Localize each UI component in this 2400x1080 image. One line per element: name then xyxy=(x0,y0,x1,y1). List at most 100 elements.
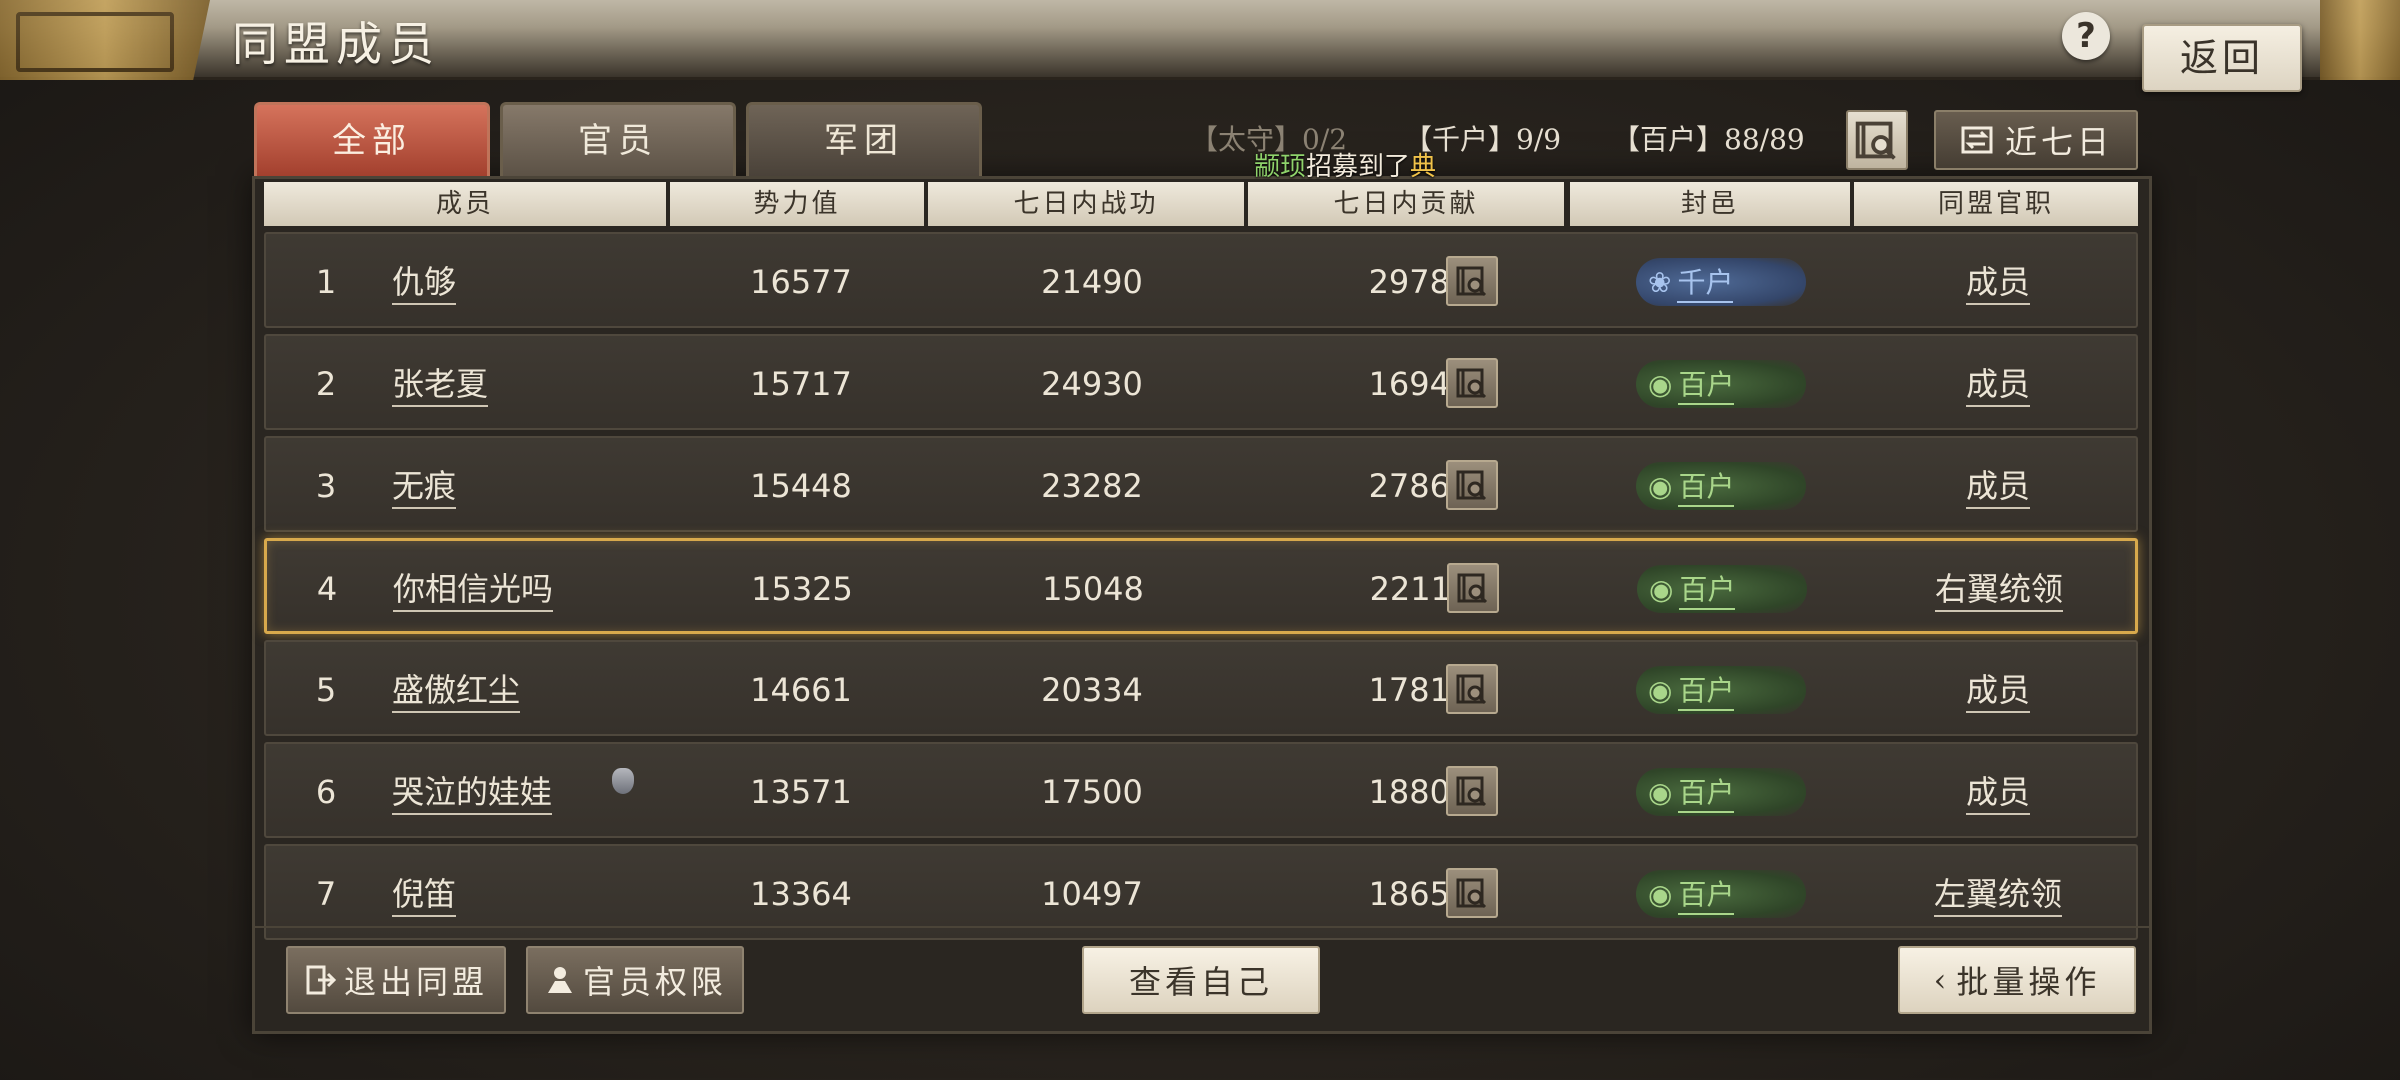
office-title-text[interactable]: 成员 xyxy=(1965,773,2030,815)
rank: 3 xyxy=(315,467,337,505)
office-title[interactable]: 成员 xyxy=(1856,438,2140,534)
contribution-detail-button[interactable] xyxy=(1447,563,1499,613)
office-title[interactable]: 成员 xyxy=(1856,336,2140,432)
gourd-icon: ❀ xyxy=(1648,265,1672,299)
member-name-text[interactable]: 哭泣的娃娃 xyxy=(392,773,553,815)
table-row[interactable]: 3 无痕 15448 23282 2786 ◉ 百户 成员 xyxy=(264,436,2138,532)
power-value: 15717 xyxy=(750,365,852,403)
broadcast-text: 招募到了 xyxy=(1306,152,1411,182)
view-self-button[interactable]: 查看自己 xyxy=(1082,946,1320,1014)
office-title[interactable]: 成员 xyxy=(1856,744,2140,840)
office-title-text[interactable]: 成员 xyxy=(1965,671,2030,713)
search-icon xyxy=(1456,266,1487,297)
member-name[interactable]: 无痕 xyxy=(392,438,692,534)
contribution-detail-button[interactable] xyxy=(1446,358,1498,408)
member-name-text[interactable]: 盛傲红尘 xyxy=(392,671,521,713)
contribution-detail-button[interactable] xyxy=(1446,766,1498,816)
office-title[interactable]: 成员 xyxy=(1856,234,2140,330)
merit-value: 23282 xyxy=(1041,467,1143,505)
column-merit: 七日内战功 xyxy=(928,182,1244,226)
exit-door-icon xyxy=(306,965,337,995)
power-value: 13571 xyxy=(750,773,852,811)
office-title-text[interactable]: 成员 xyxy=(1965,467,2030,509)
officer-permissions-button[interactable]: 官员权限 xyxy=(526,946,744,1014)
table-row[interactable]: 2 张老夏 15717 24930 1694 ◉ 百户 成员 xyxy=(264,334,2138,430)
search-icon xyxy=(1457,573,1488,604)
tab-officers[interactable]: 官员 xyxy=(500,102,736,176)
member-name-text[interactable]: 仇够 xyxy=(392,263,457,305)
seven-days-label: 近七日 xyxy=(2004,123,2113,161)
fief-label: 百户 xyxy=(1678,465,1735,507)
fief-badge[interactable]: ◉ 百户 xyxy=(1636,360,1806,408)
fief-badge[interactable]: ◉ 百户 xyxy=(1636,462,1806,510)
table-row[interactable]: 4 你相信光吗 15325 15048 2211 ◉ 百户 右翼统领 xyxy=(264,538,2138,634)
member-name-text[interactable]: 倪笛 xyxy=(392,875,457,917)
search-icon xyxy=(1855,121,1896,160)
power-value: 16577 xyxy=(750,263,852,301)
member-name-text[interactable]: 无痕 xyxy=(392,467,457,509)
power-value: 15325 xyxy=(751,570,853,608)
contribution-detail-button[interactable] xyxy=(1446,256,1498,306)
fief-label: 百户 xyxy=(1678,771,1735,813)
power-value: 15448 xyxy=(750,467,852,505)
ornament-left xyxy=(0,0,210,80)
merit-value: 21490 xyxy=(1041,263,1143,301)
fief-label: 百户 xyxy=(1678,873,1735,915)
search-member-button[interactable] xyxy=(1846,110,1908,170)
ornament-right xyxy=(2320,0,2400,80)
officer-icon xyxy=(547,967,572,993)
contribution-value: 1694 xyxy=(1368,365,1450,403)
office-title-text[interactable]: 右翼统领 xyxy=(1934,570,2063,612)
leave-alliance-button[interactable]: 退出同盟 xyxy=(286,946,506,1014)
back-button[interactable]: 返回 xyxy=(2142,24,2302,92)
rank: 5 xyxy=(315,671,337,709)
broadcast-player: 颛顼 xyxy=(1254,152,1307,182)
fief-badge[interactable]: ◉ 百户 xyxy=(1636,870,1806,918)
member-name[interactable]: 仇够 xyxy=(392,234,692,330)
contribution-detail-button[interactable] xyxy=(1446,460,1498,510)
contribution-value: 2211 xyxy=(1369,570,1451,608)
contribution-value: 2978 xyxy=(1368,263,1450,301)
member-name[interactable]: 张老夏 xyxy=(392,336,692,432)
rank: 1 xyxy=(315,263,337,301)
table-row[interactable]: 6 哭泣的娃娃 13571 17500 1880 ◉ 百户 成员 xyxy=(264,742,2138,838)
tab-all[interactable]: 全部 xyxy=(254,102,490,176)
office-title-text[interactable]: 成员 xyxy=(1965,365,2030,407)
fief-badge[interactable]: ◉ 百户 xyxy=(1636,768,1806,816)
fief-label: 百户 xyxy=(1678,363,1735,405)
member-name[interactable]: 盛傲红尘 xyxy=(392,642,692,738)
help-button[interactable]: ? xyxy=(2062,12,2110,60)
fief-badge[interactable]: ❀ 千户 xyxy=(1636,258,1806,306)
member-name[interactable]: 你相信光吗 xyxy=(393,541,693,637)
column-member: 成员 xyxy=(264,182,666,226)
member-name[interactable]: 哭泣的娃娃 xyxy=(392,744,692,840)
fief-badge[interactable]: ◉ 百户 xyxy=(1637,565,1807,613)
merit-value: 24930 xyxy=(1041,365,1143,403)
coin-icon: ◉ xyxy=(1648,877,1673,911)
contribution-value: 2786 xyxy=(1368,467,1450,505)
table-row[interactable]: 1 仇够 16577 21490 2978 ❀ 千户 成员 xyxy=(264,232,2138,328)
table-row[interactable]: 5 盛傲红尘 14661 20334 1781 ◉ 百户 成员 xyxy=(264,640,2138,736)
contribution-detail-button[interactable] xyxy=(1446,868,1498,918)
office-title[interactable]: 成员 xyxy=(1856,642,2140,738)
coin-icon: ◉ xyxy=(1648,673,1673,707)
member-name-text[interactable]: 张老夏 xyxy=(392,365,489,407)
tab-legions[interactable]: 军团 xyxy=(746,102,982,176)
contribution-detail-button[interactable] xyxy=(1446,664,1498,714)
chevron-left-icon: ‹ xyxy=(1933,961,1951,999)
rank: 4 xyxy=(316,570,338,608)
table-header: 成员 势力值 七日内战功 七日内贡献 封邑 同盟官职 xyxy=(264,182,2138,228)
batch-operation-button[interactable]: ‹ 批量操作 xyxy=(1898,946,2136,1014)
office-title-text[interactable]: 成员 xyxy=(1965,263,2030,305)
swap-icon xyxy=(1961,126,1993,154)
merit-value: 17500 xyxy=(1041,773,1143,811)
leave-alliance-label: 退出同盟 xyxy=(343,963,488,1001)
page-title: 同盟成员 xyxy=(232,17,440,71)
office-title[interactable]: 右翼统领 xyxy=(1857,541,2141,637)
search-icon xyxy=(1456,878,1487,909)
office-title-text[interactable]: 左翼统领 xyxy=(1933,875,2062,917)
rank: 2 xyxy=(315,365,337,403)
seven-days-toggle-button[interactable]: 近七日 xyxy=(1934,110,2138,170)
member-name-text[interactable]: 你相信光吗 xyxy=(393,570,554,612)
fief-badge[interactable]: ◉ 百户 xyxy=(1636,666,1806,714)
